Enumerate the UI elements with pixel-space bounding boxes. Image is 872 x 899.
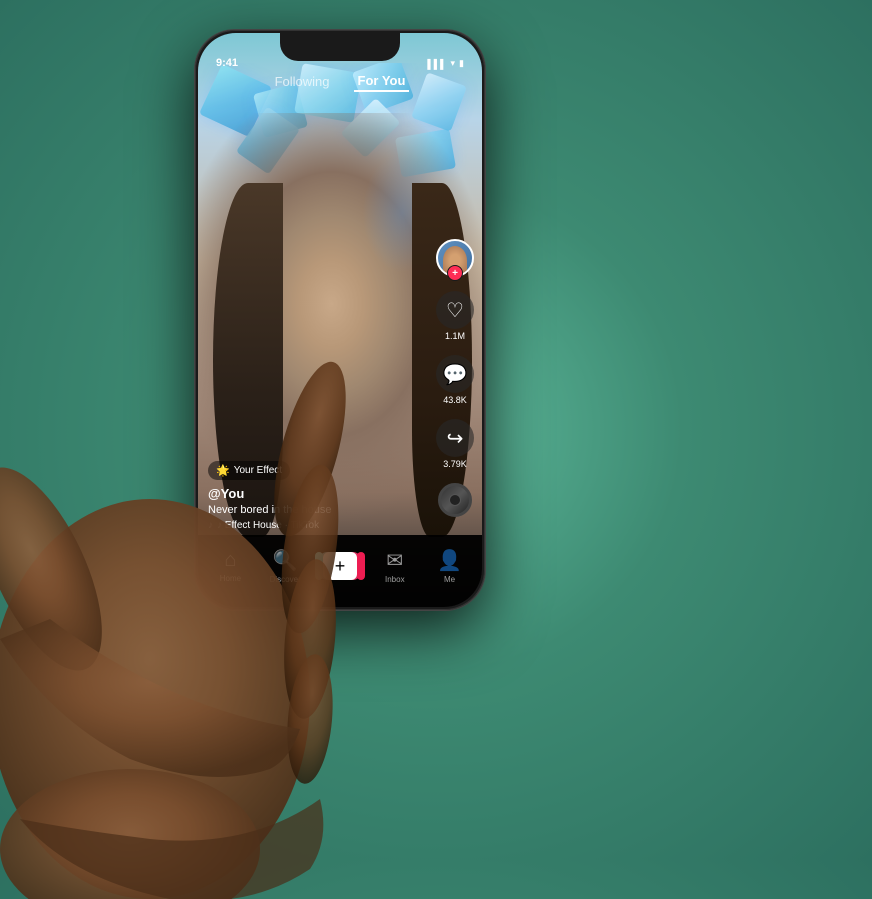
share-icon: ↪ [447, 426, 464, 451]
add-button[interactable]: + [319, 552, 361, 580]
action-bar: + ♡ 1.1M 💬 43. [436, 239, 474, 517]
sound-disc[interactable] [438, 483, 472, 517]
avatar-button[interactable]: + [436, 239, 474, 277]
add-button-icon: + [323, 552, 357, 580]
tab-foryou[interactable]: For You [354, 71, 410, 92]
sound-disc-center [449, 494, 461, 506]
comment-button[interactable]: 💬 [436, 355, 474, 393]
bottom-navigation: ⌂ Home 🔍 Discover + ✉ Inbox [198, 535, 482, 607]
phone-screen: 9:41 ▌▌▌ ▾ ▮ [198, 33, 482, 607]
nav-item-discover[interactable]: 🔍 Discover [258, 548, 313, 584]
battery-icon: ▮ [459, 58, 464, 69]
sound-item [438, 483, 472, 517]
home-label: Home [220, 574, 241, 583]
like-button[interactable]: ♡ [436, 291, 474, 329]
nav-item-home[interactable]: ⌂ Home [203, 549, 258, 583]
inbox-label: Inbox [385, 575, 405, 584]
effect-badge[interactable]: 🌟 Your Effect [208, 461, 290, 480]
phone-device: 9:41 ▌▌▌ ▾ ▮ [195, 30, 485, 610]
top-navigation: Following For You [198, 71, 482, 92]
like-count: 1.1M [445, 331, 465, 341]
scene: 9:41 ▌▌▌ ▾ ▮ [0, 0, 872, 859]
nav-item-add[interactable]: + [313, 552, 368, 580]
inbox-icon: ✉ [386, 548, 403, 573]
effect-badge-text: Your Effect [234, 465, 282, 476]
status-time: 9:41 [216, 57, 238, 69]
me-label: Me [444, 575, 455, 584]
share-count: 3.79K [443, 459, 467, 469]
discover-icon: 🔍 [273, 548, 298, 573]
nav-item-me[interactable]: 👤 Me [422, 548, 477, 584]
status-icons: ▌▌▌ ▾ ▮ [427, 58, 464, 69]
discover-label: Discover [270, 575, 301, 584]
comment-icon: 💬 [443, 362, 468, 387]
phone-notch [280, 33, 400, 61]
phone-body: 9:41 ▌▌▌ ▾ ▮ [195, 30, 485, 610]
nav-item-inbox[interactable]: ✉ Inbox [367, 548, 422, 584]
share-button[interactable]: ↪ [436, 419, 474, 457]
avatar-item: + [436, 239, 474, 277]
signal-icon: ▌▌▌ [427, 59, 446, 69]
like-item: ♡ 1.1M [436, 291, 474, 341]
wifi-icon: ▾ [451, 58, 456, 69]
video-username[interactable]: @You [208, 486, 427, 501]
home-icon: ⌂ [224, 549, 236, 572]
share-item: ↪ 3.79K [436, 419, 474, 469]
tab-following[interactable]: Following [271, 72, 334, 91]
music-info[interactable]: ♪ ♪ Effect House · TikTok [208, 520, 427, 531]
follow-plus-badge: + [447, 265, 463, 281]
effect-badge-icon: 🌟 [216, 464, 230, 477]
video-caption: Never bored in the house [208, 504, 427, 516]
comment-item: 💬 43.8K [436, 355, 474, 405]
music-note-icon: ♪ [208, 520, 213, 531]
music-text: ♪ Effect House · TikTok [217, 520, 319, 531]
me-icon: 👤 [437, 548, 462, 573]
comment-count: 43.8K [443, 395, 467, 405]
content-info: 🌟 Your Effect @You Never bored in the ho… [208, 461, 427, 531]
heart-icon: ♡ [446, 298, 464, 323]
